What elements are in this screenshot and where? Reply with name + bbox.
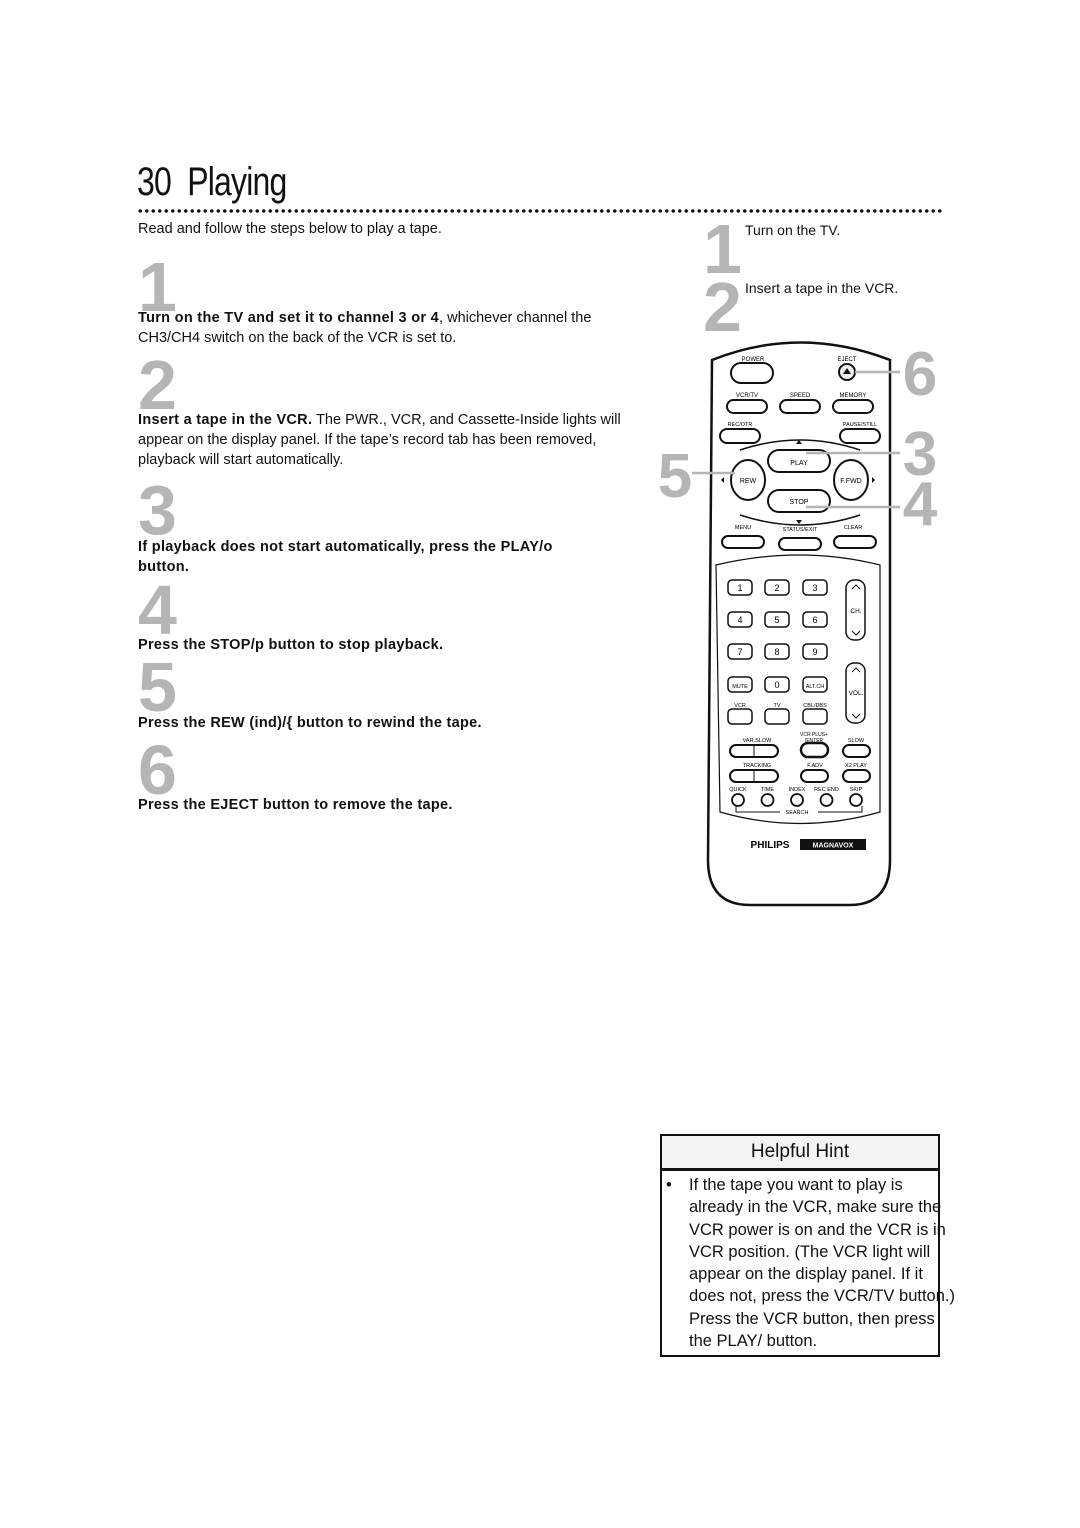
cbl-button bbox=[802, 708, 828, 725]
hint-text: If the tape you want to play is already i… bbox=[689, 1174, 994, 1352]
x2play-label: X2 PLAY bbox=[845, 763, 867, 769]
digit-2-label: 2 bbox=[774, 583, 779, 593]
sidebar-step-2-text: Insert a tape in the VCR. bbox=[745, 280, 899, 296]
magnavox-logo: MAGNAVOX bbox=[813, 843, 854, 850]
callout-5: 5 bbox=[658, 442, 692, 511]
hint-line: does not, press the VCR/TV button.) bbox=[689, 1287, 955, 1306]
pause-label: PAUSE/STILL bbox=[843, 422, 877, 428]
menu-label: MENU bbox=[735, 525, 751, 531]
step-1-text: Turn on the TV and set it to channel 3 o… bbox=[138, 310, 592, 346]
x2play-button bbox=[842, 769, 871, 783]
recotr-label: REC/OTR bbox=[728, 422, 753, 428]
memory-label: MEMORY bbox=[840, 393, 867, 399]
fadv-label: F.ADV bbox=[807, 763, 823, 769]
clear-label: CLEAR bbox=[844, 525, 862, 531]
step-6-text: Press the EJECT button to remove the tap… bbox=[138, 797, 453, 813]
step-3-text: If playback does not start automatically… bbox=[138, 539, 553, 575]
tv-label: TV bbox=[773, 703, 780, 709]
memory-button bbox=[832, 399, 874, 414]
digit-9-label: 9 bbox=[812, 647, 817, 657]
digit-3-label: 3 bbox=[812, 583, 817, 593]
remote-control-illustration: POWER EJECT VCR/TV SPEED MEMORY REC/OTR … bbox=[658, 340, 938, 907]
altch-label: ALT.CH bbox=[806, 684, 825, 690]
sidebar-step-2-number: 2 bbox=[703, 268, 742, 346]
varslow-label: VAR.SLOW bbox=[743, 738, 772, 744]
intro-text: Read and follow the steps below to play … bbox=[138, 221, 442, 237]
menu-button bbox=[721, 535, 765, 549]
hint-line: VCR power is on and the VCR is in bbox=[689, 1220, 946, 1239]
hint-line: already in the VCR, make sure the bbox=[689, 1198, 942, 1217]
index-button bbox=[790, 793, 804, 807]
digit-5-label: 5 bbox=[774, 615, 779, 625]
time-button bbox=[760, 793, 775, 807]
digit-8-label: 8 bbox=[774, 647, 779, 657]
power-button bbox=[730, 362, 774, 384]
vcrtv-button bbox=[726, 399, 768, 414]
dotted-divider bbox=[137, 208, 943, 214]
digit-4-label: 4 bbox=[737, 615, 742, 625]
speed-button bbox=[779, 399, 821, 414]
ffwd-label: F.FWD bbox=[840, 478, 861, 485]
callout-4: 4 bbox=[903, 470, 938, 539]
tracking-label: TRACKING bbox=[743, 763, 771, 769]
page-title: 30 Playing bbox=[137, 160, 287, 205]
digit-7-label: 7 bbox=[737, 647, 742, 657]
ch-label: CH. bbox=[850, 608, 861, 615]
index-label: INDEX bbox=[789, 787, 806, 793]
vcrtv-label: VCR/TV bbox=[736, 393, 758, 399]
eject-label: EJECT bbox=[837, 357, 856, 363]
digit-6-label: 6 bbox=[812, 615, 817, 625]
page-title-text: Playing bbox=[187, 160, 287, 204]
hint-line: appear on the display panel. If it bbox=[689, 1265, 923, 1284]
page-number: 30 bbox=[137, 160, 172, 204]
vcr-button bbox=[727, 708, 753, 725]
step-5-number: 5 bbox=[138, 648, 177, 726]
hint-line: If the tape you want to play is bbox=[689, 1176, 903, 1194]
vcrplus-enter-button bbox=[799, 741, 830, 759]
slow-button bbox=[842, 744, 871, 758]
clear-button bbox=[833, 535, 877, 549]
time-label: TIME bbox=[761, 787, 774, 793]
skip-label: SKIP bbox=[850, 787, 863, 793]
skip-button bbox=[849, 793, 863, 807]
status-button bbox=[778, 537, 822, 551]
digit-0-label: 0 bbox=[774, 680, 779, 690]
rew-label: REW bbox=[740, 478, 757, 485]
pause-button bbox=[839, 428, 881, 444]
philips-logo: PHILIPS bbox=[751, 840, 790, 851]
fadv-button bbox=[800, 769, 829, 783]
slow-label: SLOW bbox=[848, 738, 865, 744]
quick-label: QUICK bbox=[729, 787, 747, 793]
recotr-button bbox=[719, 428, 761, 444]
recend-label: REC END bbox=[814, 787, 839, 793]
search-label: SEARCH bbox=[786, 810, 809, 816]
vcr-label: VCR bbox=[734, 703, 746, 709]
status-label: STATUS/EXIT bbox=[783, 527, 818, 533]
step-2-text: Insert a tape in the VCR. The PWR., VCR,… bbox=[138, 412, 621, 468]
vol-label: VOL. bbox=[849, 690, 864, 697]
play-label: PLAY bbox=[790, 460, 808, 467]
mute-label: MUTE bbox=[732, 684, 748, 690]
recend-button bbox=[819, 793, 834, 807]
hint-line: Press the VCR button, then press bbox=[689, 1309, 935, 1328]
step-3-number: 3 bbox=[138, 471, 177, 549]
tv-button bbox=[764, 708, 790, 725]
cbl-label: CBL/DBS bbox=[803, 703, 827, 709]
hint-line: the PLAY/ button. bbox=[689, 1332, 818, 1351]
hint-line: VCR position. (The VCR light will bbox=[689, 1242, 931, 1261]
step-5-text: Press the REW (ind)/{ button to rewind t… bbox=[138, 715, 482, 731]
speed-label: SPEED bbox=[790, 393, 811, 399]
callout-6: 6 bbox=[903, 340, 937, 409]
stop-label: STOP bbox=[790, 499, 809, 506]
step-4-text: Press the STOP/p button to stop playback… bbox=[138, 637, 444, 653]
sidebar-step-1-text: Turn on the TV. bbox=[745, 222, 841, 238]
digit-1-label: 1 bbox=[737, 583, 742, 593]
quick-button bbox=[731, 793, 745, 807]
bullet-icon: • bbox=[666, 1176, 672, 1194]
